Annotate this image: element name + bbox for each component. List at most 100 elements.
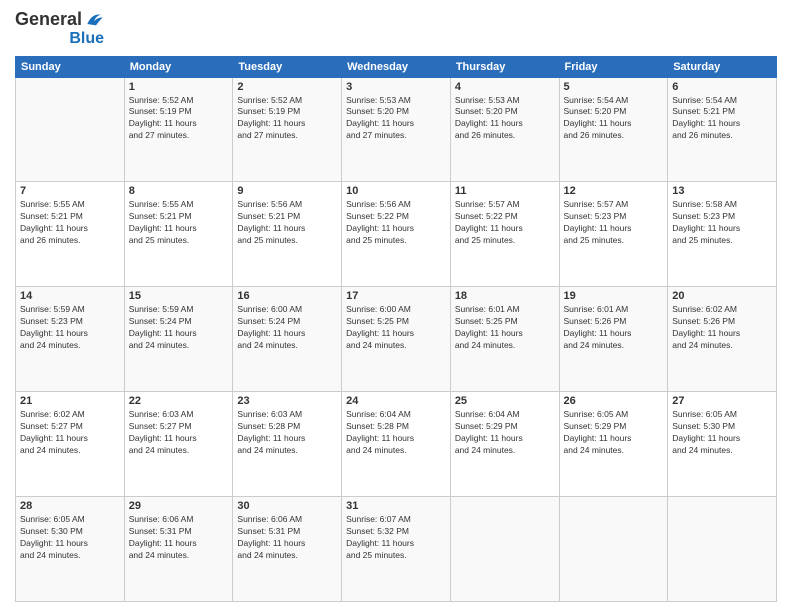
week-row-2: 7Sunrise: 5:55 AM Sunset: 5:21 PM Daylig… bbox=[16, 182, 777, 287]
day-info: Sunrise: 6:06 AM Sunset: 5:31 PM Dayligh… bbox=[129, 514, 229, 562]
header-row: SundayMondayTuesdayWednesdayThursdayFrid… bbox=[16, 56, 777, 77]
day-info: Sunrise: 6:01 AM Sunset: 5:25 PM Dayligh… bbox=[455, 304, 555, 352]
calendar-cell: 13 Sunrise: 5:58 AM Sunset: 5:23 PM Dayli… bbox=[668, 182, 777, 287]
day-number: 11 bbox=[455, 185, 555, 197]
logo-blue: Blue bbox=[69, 30, 104, 48]
day-info: Sunrise: 5:57 AM Sunset: 5:23 PM Dayligh… bbox=[564, 199, 664, 247]
calendar-cell: 12 Sunrise: 5:57 AM Sunset: 5:23 PM Dayli… bbox=[559, 182, 668, 287]
day-number: 12 bbox=[564, 185, 664, 197]
calendar-cell bbox=[668, 497, 777, 602]
day-number: 26 bbox=[564, 395, 664, 407]
day-number: 29 bbox=[129, 500, 229, 512]
day-info: Sunrise: 6:01 AM Sunset: 5:26 PM Dayligh… bbox=[564, 304, 664, 352]
day-info: Sunrise: 5:53 AM Sunset: 5:20 PM Dayligh… bbox=[455, 95, 555, 143]
calendar-cell: 20 Sunrise: 6:02 AM Sunset: 5:26 PM Dayli… bbox=[668, 287, 777, 392]
day-number: 20 bbox=[672, 290, 772, 302]
day-number: 24 bbox=[346, 395, 446, 407]
day-info: Sunrise: 6:05 AM Sunset: 5:30 PM Dayligh… bbox=[20, 514, 120, 562]
day-number: 9 bbox=[237, 185, 337, 197]
day-info: Sunrise: 6:04 AM Sunset: 5:29 PM Dayligh… bbox=[455, 409, 555, 457]
week-row-1: 1 Sunrise: 5:52 AM Sunset: 5:19 PM Daylig… bbox=[16, 77, 777, 182]
day-number: 5 bbox=[564, 81, 664, 93]
header: General Blue bbox=[15, 10, 777, 48]
calendar-cell: 21Sunrise: 6:02 AM Sunset: 5:27 PM Dayli… bbox=[16, 392, 125, 497]
day-number: 14 bbox=[20, 290, 120, 302]
day-number: 3 bbox=[346, 81, 446, 93]
calendar-cell: 6 Sunrise: 5:54 AM Sunset: 5:21 PM Daylig… bbox=[668, 77, 777, 182]
calendar-cell: 28 Sunrise: 6:05 AM Sunset: 5:30 PM Dayli… bbox=[16, 497, 125, 602]
day-info: Sunrise: 5:54 AM Sunset: 5:20 PM Dayligh… bbox=[564, 95, 664, 143]
day-number: 19 bbox=[564, 290, 664, 302]
day-info: Sunrise: 5:52 AM Sunset: 5:19 PM Dayligh… bbox=[237, 95, 337, 143]
page: General Blue SundayMondayTuesdayWednesda… bbox=[0, 0, 792, 612]
day-info: Sunrise: 5:59 AM Sunset: 5:23 PM Dayligh… bbox=[20, 304, 120, 352]
calendar-cell: 19 Sunrise: 6:01 AM Sunset: 5:26 PM Dayli… bbox=[559, 287, 668, 392]
day-info: Sunrise: 5:56 AM Sunset: 5:22 PM Dayligh… bbox=[346, 199, 446, 247]
calendar-cell: 24 Sunrise: 6:04 AM Sunset: 5:28 PM Dayli… bbox=[342, 392, 451, 497]
logo-general: General bbox=[15, 10, 82, 30]
calendar-cell bbox=[450, 497, 559, 602]
calendar-cell: 22Sunrise: 6:03 AM Sunset: 5:27 PM Dayli… bbox=[124, 392, 233, 497]
calendar-cell: 17 Sunrise: 6:00 AM Sunset: 5:25 PM Dayli… bbox=[342, 287, 451, 392]
day-number: 28 bbox=[20, 500, 120, 512]
day-number: 22 bbox=[129, 395, 229, 407]
week-row-3: 14 Sunrise: 5:59 AM Sunset: 5:23 PM Dayli… bbox=[16, 287, 777, 392]
day-info: Sunrise: 6:07 AM Sunset: 5:32 PM Dayligh… bbox=[346, 514, 446, 562]
day-info: Sunrise: 5:58 AM Sunset: 5:23 PM Dayligh… bbox=[672, 199, 772, 247]
calendar-cell: 25 Sunrise: 6:04 AM Sunset: 5:29 PM Dayli… bbox=[450, 392, 559, 497]
logo: General Blue bbox=[15, 10, 104, 48]
day-info: Sunrise: 5:54 AM Sunset: 5:21 PM Dayligh… bbox=[672, 95, 772, 143]
day-number: 16 bbox=[237, 290, 337, 302]
calendar-cell: 26 Sunrise: 6:05 AM Sunset: 5:29 PM Dayli… bbox=[559, 392, 668, 497]
day-info: Sunrise: 6:02 AM Sunset: 5:26 PM Dayligh… bbox=[672, 304, 772, 352]
calendar-cell: 1Sunrise: 5:52 AM Sunset: 5:19 PM Daylig… bbox=[124, 77, 233, 182]
calendar-cell: 5 Sunrise: 5:54 AM Sunset: 5:20 PM Daylig… bbox=[559, 77, 668, 182]
day-info: Sunrise: 6:05 AM Sunset: 5:29 PM Dayligh… bbox=[564, 409, 664, 457]
day-number: 23 bbox=[237, 395, 337, 407]
day-number: 18 bbox=[455, 290, 555, 302]
day-number: 13 bbox=[672, 185, 772, 197]
calendar-cell: 30Sunrise: 6:06 AM Sunset: 5:31 PM Dayli… bbox=[233, 497, 342, 602]
calendar-cell: 11 Sunrise: 5:57 AM Sunset: 5:22 PM Dayli… bbox=[450, 182, 559, 287]
day-number: 7 bbox=[20, 185, 120, 197]
header-thursday: Thursday bbox=[450, 56, 559, 77]
day-number: 6 bbox=[672, 81, 772, 93]
calendar-cell: 3 Sunrise: 5:53 AM Sunset: 5:20 PM Daylig… bbox=[342, 77, 451, 182]
header-monday: Monday bbox=[124, 56, 233, 77]
day-number: 8 bbox=[129, 185, 229, 197]
calendar-cell: 18 Sunrise: 6:01 AM Sunset: 5:25 PM Dayli… bbox=[450, 287, 559, 392]
day-info: Sunrise: 6:03 AM Sunset: 5:28 PM Dayligh… bbox=[237, 409, 337, 457]
day-info: Sunrise: 6:02 AM Sunset: 5:27 PM Dayligh… bbox=[20, 409, 120, 457]
calendar-cell: 4 Sunrise: 5:53 AM Sunset: 5:20 PM Daylig… bbox=[450, 77, 559, 182]
header-saturday: Saturday bbox=[668, 56, 777, 77]
day-number: 4 bbox=[455, 81, 555, 93]
day-info: Sunrise: 5:53 AM Sunset: 5:20 PM Dayligh… bbox=[346, 95, 446, 143]
day-info: Sunrise: 6:00 AM Sunset: 5:24 PM Dayligh… bbox=[237, 304, 337, 352]
day-number: 17 bbox=[346, 290, 446, 302]
day-number: 25 bbox=[455, 395, 555, 407]
day-info: Sunrise: 5:59 AM Sunset: 5:24 PM Dayligh… bbox=[129, 304, 229, 352]
logo-icon bbox=[84, 10, 104, 30]
day-number: 1 bbox=[129, 81, 229, 93]
calendar-cell: 8Sunrise: 5:55 AM Sunset: 5:21 PM Daylig… bbox=[124, 182, 233, 287]
day-info: Sunrise: 5:57 AM Sunset: 5:22 PM Dayligh… bbox=[455, 199, 555, 247]
header-sunday: Sunday bbox=[16, 56, 125, 77]
day-info: Sunrise: 6:05 AM Sunset: 5:30 PM Dayligh… bbox=[672, 409, 772, 457]
day-info: Sunrise: 6:00 AM Sunset: 5:25 PM Dayligh… bbox=[346, 304, 446, 352]
day-number: 2 bbox=[237, 81, 337, 93]
calendar-cell: 31Sunrise: 6:07 AM Sunset: 5:32 PM Dayli… bbox=[342, 497, 451, 602]
calendar-cell: 29 Sunrise: 6:06 AM Sunset: 5:31 PM Dayli… bbox=[124, 497, 233, 602]
day-number: 15 bbox=[129, 290, 229, 302]
calendar-cell bbox=[559, 497, 668, 602]
calendar-cell: 2 Sunrise: 5:52 AM Sunset: 5:19 PM Daylig… bbox=[233, 77, 342, 182]
header-wednesday: Wednesday bbox=[342, 56, 451, 77]
day-number: 30 bbox=[237, 500, 337, 512]
calendar-cell: 9 Sunrise: 5:56 AM Sunset: 5:21 PM Daylig… bbox=[233, 182, 342, 287]
calendar-cell: 27Sunrise: 6:05 AM Sunset: 5:30 PM Dayli… bbox=[668, 392, 777, 497]
week-row-4: 21Sunrise: 6:02 AM Sunset: 5:27 PM Dayli… bbox=[16, 392, 777, 497]
calendar-cell: 15 Sunrise: 5:59 AM Sunset: 5:24 PM Dayli… bbox=[124, 287, 233, 392]
calendar-table: SundayMondayTuesdayWednesdayThursdayFrid… bbox=[15, 56, 777, 602]
day-info: Sunrise: 5:56 AM Sunset: 5:21 PM Dayligh… bbox=[237, 199, 337, 247]
calendar-cell: 23 Sunrise: 6:03 AM Sunset: 5:28 PM Dayli… bbox=[233, 392, 342, 497]
day-info: Sunrise: 6:04 AM Sunset: 5:28 PM Dayligh… bbox=[346, 409, 446, 457]
